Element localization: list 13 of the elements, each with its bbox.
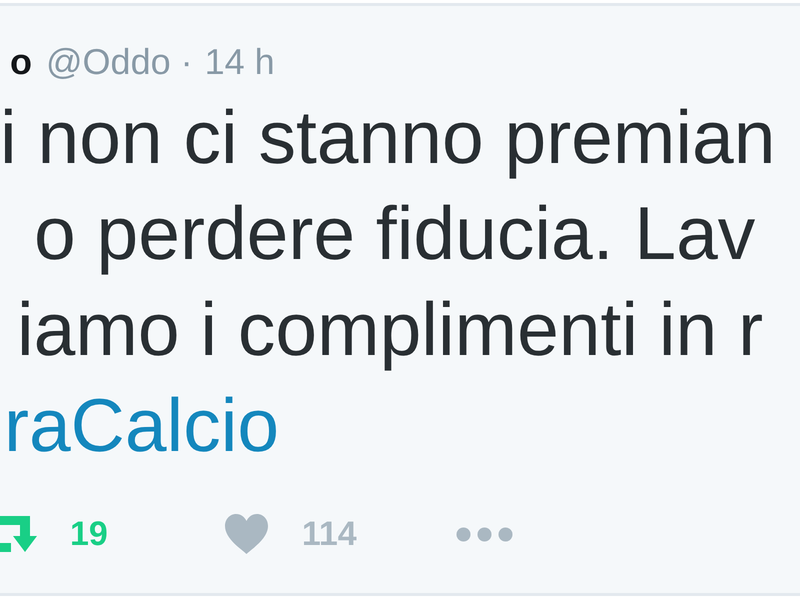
hashtag-link[interactable]: raCalcio bbox=[4, 383, 280, 467]
heart-icon bbox=[224, 514, 268, 554]
user-handle[interactable]: @Oddo bbox=[46, 40, 171, 84]
tweet-text-line: o perdere fiducia. Lav bbox=[34, 191, 756, 275]
like-button[interactable]: 114 bbox=[224, 512, 357, 556]
more-icon bbox=[456, 526, 513, 542]
timestamp[interactable]: 14 h bbox=[204, 40, 275, 84]
separator-dot: · bbox=[180, 40, 193, 84]
display-name[interactable]: o bbox=[10, 40, 32, 84]
retweet-icon bbox=[0, 516, 38, 552]
tweet-text-line: i non ci stanno premian bbox=[0, 95, 776, 179]
tweet-text-line: iamo i complimenti in r bbox=[17, 287, 764, 371]
retweet-button[interactable]: 19 bbox=[0, 512, 108, 556]
